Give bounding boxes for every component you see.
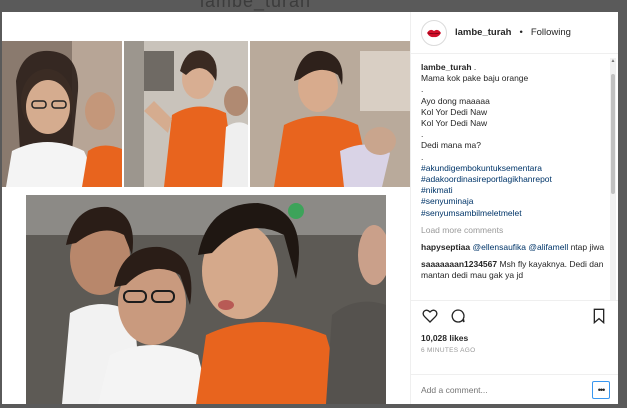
caption-line: Kol Yor Dedi Naw [421, 106, 488, 117]
load-more-comments[interactable]: Load more comments [421, 225, 608, 236]
photo-top-right [250, 41, 410, 187]
caption-username[interactable]: lambe_turah [421, 62, 472, 72]
photo-top-left [2, 41, 122, 187]
add-comment-input[interactable] [421, 384, 592, 395]
likes-count[interactable]: 10,028 likes [421, 333, 608, 343]
caption-line: Mama kok pake baju orange [421, 73, 529, 84]
comments-list[interactable]: lambe_turah . Mama kok pake baju orange … [411, 54, 618, 300]
comment-text: ntap jiwa [570, 242, 605, 253]
scroll-up-arrow-icon[interactable]: ▲ [610, 58, 616, 64]
caption-line: . [421, 129, 424, 140]
comment-username[interactable]: hapyseptiaa [421, 242, 470, 252]
hashtag-link[interactable]: #nikmati [421, 185, 608, 196]
caption-line: . [421, 84, 424, 95]
hashtag-link[interactable]: #akundigembokuntuksementara [421, 163, 608, 174]
caption-line: Ayo dong maaaaa [421, 95, 490, 106]
add-comment-bar: ••• [411, 374, 618, 404]
heart-icon [422, 309, 438, 323]
post-modal: lambe_turah • Following lambe_turah . Ma… [2, 12, 618, 404]
speech-bubble-icon [451, 309, 465, 323]
comments-scrollbar[interactable]: ▲ ▼ [610, 58, 616, 300]
photo-bottom-large [26, 195, 386, 404]
header-separator: • [519, 27, 523, 38]
header-username[interactable]: lambe_turah [455, 27, 512, 38]
following-button[interactable]: Following [531, 27, 571, 38]
hashtag-link[interactable]: #senyumsambilmeletmelet [421, 208, 608, 219]
bookmark-icon [593, 308, 605, 324]
post-actions: 10,028 likes 6 MINUTES AGO [411, 300, 618, 374]
scrollbar-thumb[interactable] [611, 74, 615, 194]
comment-item: saaaaaaan1234567 Msh fly kayaknya. Dedi … [421, 259, 608, 281]
hashtag-link[interactable]: #senyuminaja [421, 196, 608, 207]
post-media[interactable] [2, 12, 410, 404]
post-side-panel: lambe_turah • Following lambe_turah . Ma… [410, 12, 618, 404]
post-timestamp[interactable]: 6 MINUTES AGO [421, 347, 608, 354]
photo-top-middle [124, 41, 248, 187]
save-button[interactable] [590, 307, 608, 325]
hashtag-link[interactable]: #adakoordinasireportlagikhanrepot [421, 174, 608, 185]
post-header: lambe_turah • Following [411, 12, 618, 54]
comment-button[interactable] [449, 307, 467, 325]
like-button[interactable] [421, 307, 439, 325]
comment-mentions[interactable]: @ellensaufika @alifamell [473, 242, 569, 252]
red-lips-icon [427, 29, 441, 37]
caption-line: Kol Yor Dedi Naw [421, 118, 488, 129]
backdrop-title: lambe_turah [200, 0, 312, 11]
caption-line: Dedi mana ma? [421, 140, 482, 151]
comment-username[interactable]: saaaaaaan1234567 [421, 259, 497, 269]
backdrop-edge [618, 0, 627, 408]
caption-line: . [473, 62, 477, 72]
ellipsis-icon[interactable]: ••• [592, 380, 610, 399]
caption-line: . [421, 151, 424, 162]
avatar[interactable] [421, 19, 447, 46]
comment-item: hapyseptiaa @ellensaufika @alifamell nta… [421, 242, 608, 253]
